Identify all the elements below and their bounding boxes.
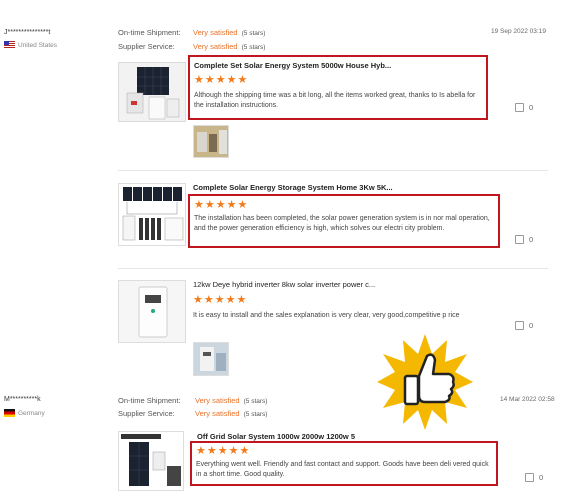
thumbs-up-icon: [525, 473, 534, 482]
like-button[interactable]: 0: [515, 235, 533, 244]
review-photo[interactable]: [193, 342, 229, 376]
product-image[interactable]: [118, 62, 186, 122]
product-image[interactable]: [118, 183, 186, 246]
ontime-shipment-rating: Very satisfied (5 stars): [193, 28, 265, 37]
review-photo-image: [197, 130, 227, 154]
hybrid-inverter-image: [138, 286, 168, 338]
rating-value: Very satisfied: [193, 42, 238, 51]
like-count: 0: [529, 235, 534, 244]
supplier-service-rating: Very satisfied (5 stars): [195, 409, 267, 418]
reviewer-country: United States: [4, 41, 57, 49]
like-count: 0: [529, 321, 534, 330]
star-rating: ★★★★★: [194, 74, 249, 86]
reviewer-name: M**********k: [4, 396, 41, 403]
ontime-shipment-label: On-time Shipment:: [118, 396, 181, 405]
review-photo[interactable]: [193, 125, 229, 158]
rating-value: Very satisfied: [195, 396, 240, 405]
product-title-link[interactable]: Complete Set Solar Energy System 5000w H…: [194, 61, 391, 70]
like-count: 0: [539, 473, 544, 482]
rating-stars-text: (5 stars): [241, 44, 266, 51]
review-date: 19 Sep 2022 03:19: [491, 28, 546, 35]
product-image[interactable]: [118, 431, 184, 491]
product-title-link[interactable]: Off Grid Solar System 1000w 2000w 1200w …: [197, 432, 355, 441]
thumbs-up-sticker: [377, 334, 473, 430]
rating-value: Very satisfied: [193, 28, 238, 37]
like-button[interactable]: 0: [515, 103, 533, 112]
item-divider: [118, 268, 548, 269]
country-label: Germany: [18, 409, 45, 417]
product-title-link[interactable]: Complete Solar Energy Storage System Hom…: [193, 183, 393, 192]
review-text: It is easy to install and the sales expl…: [193, 312, 460, 319]
review-text: Although the shipping time was a bit lon…: [194, 92, 476, 109]
solar-storage-image: [122, 187, 184, 241]
rating-value: Very satisfied: [195, 409, 240, 418]
item-divider: [118, 170, 548, 171]
product-title-link[interactable]: 12kw Deye hybrid inverter 8kw solar inve…: [193, 280, 375, 289]
germany-flag-icon: [4, 409, 15, 417]
rating-stars-text: (5 stars): [243, 398, 268, 405]
supplier-service-label: Supplier Service:: [118, 42, 175, 51]
review-highlight-box: ★★★★★ The installation has been complete…: [188, 194, 500, 248]
solar-kit-image: [126, 67, 180, 120]
like-count: 0: [529, 103, 534, 112]
star-rating: ★★★★★: [194, 199, 249, 211]
thumbs-up-icon: [515, 103, 524, 112]
product-image[interactable]: [118, 280, 186, 343]
review-highlight-box: ★★★★★ Everything went well. Friendly and…: [190, 441, 498, 486]
thumbs-up-icon: [515, 321, 524, 330]
ontime-shipment-rating: Very satisfied (5 stars): [195, 396, 267, 405]
rating-stars-text: (5 stars): [243, 411, 268, 418]
us-flag-icon: [4, 41, 15, 49]
thumbs-up-icon: [515, 235, 524, 244]
review-highlight-box: Complete Set Solar Energy System 5000w H…: [188, 55, 488, 120]
supplier-service-rating: Very satisfied (5 stars): [193, 42, 265, 51]
country-label: United States: [18, 41, 58, 49]
like-button[interactable]: 0: [515, 321, 533, 330]
review-date: 14 Mar 2022 02:58: [500, 396, 555, 403]
off-grid-kit-image: [121, 434, 181, 486]
supplier-service-label: Supplier Service:: [118, 409, 175, 418]
review-text: Everything went well. Friendly and fast …: [196, 461, 489, 478]
reviewer-country: Germany: [4, 409, 45, 417]
star-rating: ★★★★★: [193, 294, 248, 306]
review-text: The installation has been completed, the…: [194, 215, 490, 232]
review-photo-image: [200, 347, 226, 371]
star-rating: ★★★★★: [196, 445, 251, 457]
like-button[interactable]: 0: [525, 473, 543, 482]
rating-stars-text: (5 stars): [241, 30, 266, 37]
reviewer-name: J***************t: [4, 29, 51, 36]
ontime-shipment-label: On-time Shipment:: [118, 28, 181, 37]
